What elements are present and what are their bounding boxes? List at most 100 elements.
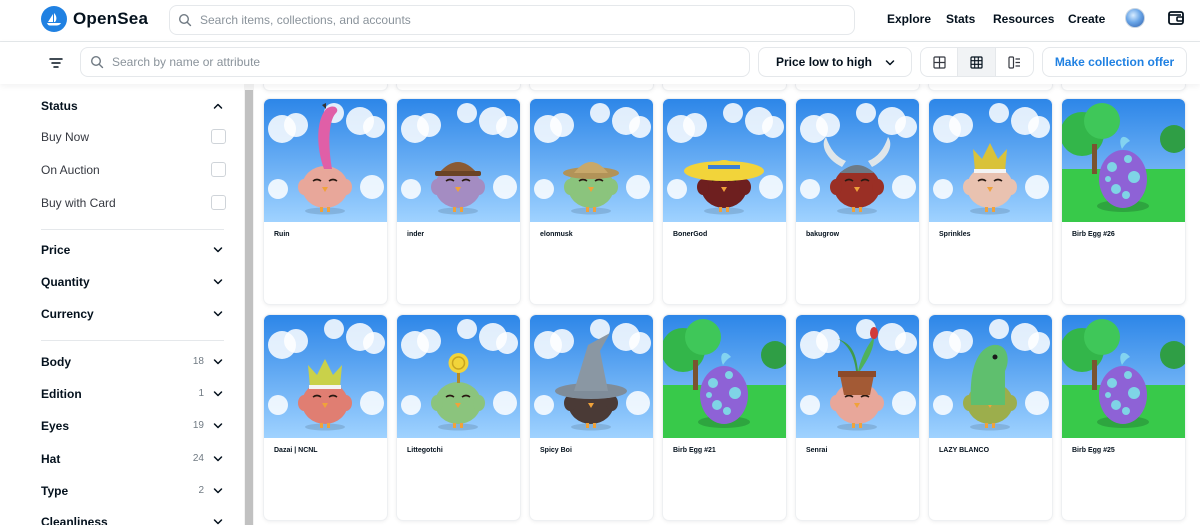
nft-artwork <box>264 315 387 438</box>
search-icon <box>90 55 104 69</box>
status-buy-now-label: Buy Now <box>41 130 90 144</box>
avatar[interactable] <box>1125 8 1145 28</box>
chevron-down-icon[interactable] <box>213 389 223 399</box>
trait-search-input[interactable] <box>112 55 712 69</box>
filter-sidebar: Status Buy Now On Auction Buy with Card … <box>0 84 244 525</box>
nav-create[interactable]: Create <box>1068 12 1105 26</box>
nft-card[interactable]: Birb Egg #26 <box>1062 99 1185 304</box>
wallet-icon[interactable] <box>1167 9 1185 27</box>
filter-quantity[interactable]: Quantity <box>41 275 90 289</box>
nft-artwork <box>663 315 786 438</box>
chevron-down-icon[interactable] <box>213 277 223 287</box>
nft-artwork <box>530 315 653 438</box>
brand-name[interactable]: OpenSea <box>73 9 148 29</box>
filter-icon[interactable] <box>48 55 64 71</box>
chevron-up-icon[interactable] <box>213 101 223 111</box>
global-search-bar[interactable] <box>169 5 855 35</box>
nft-card-partial[interactable] <box>264 84 387 90</box>
nft-image[interactable] <box>663 315 786 438</box>
nft-card[interactable]: LAZY BLANCO <box>929 315 1052 520</box>
large-grid-view-button[interactable] <box>921 48 959 76</box>
nft-image[interactable] <box>929 99 1052 222</box>
nft-image[interactable] <box>530 315 653 438</box>
nft-name: elonmusk <box>540 231 573 238</box>
nav-resources[interactable]: Resources <box>993 12 1054 26</box>
filter-price[interactable]: Price <box>41 243 70 257</box>
status-on-auction-label: On Auction <box>41 163 100 177</box>
sort-dropdown[interactable]: Price low to high <box>758 47 912 77</box>
nft-card[interactable]: BonerGod <box>663 99 786 304</box>
nft-card[interactable]: Ruin <box>264 99 387 304</box>
status-buy-now-checkbox[interactable] <box>211 129 226 144</box>
nft-card[interactable]: Birb Egg #21 <box>663 315 786 520</box>
collection-toolbar: Price low to high <box>0 42 1200 84</box>
nft-card[interactable]: Senrai <box>796 315 919 520</box>
nft-name: Senrai <box>806 447 828 454</box>
trait-edition[interactable]: Edition <box>41 387 82 401</box>
nft-name: Dazai | NCNL <box>274 447 318 454</box>
nft-image[interactable] <box>397 99 520 222</box>
status-buy-with-card-checkbox[interactable] <box>211 195 226 210</box>
divider <box>41 340 224 341</box>
nft-card[interactable]: inder <box>397 99 520 304</box>
chevron-down-icon[interactable] <box>213 309 223 319</box>
nft-name: Birb Egg #26 <box>1072 231 1115 238</box>
filter-currency[interactable]: Currency <box>41 307 94 321</box>
nft-card[interactable]: Birb Egg #25 <box>1062 315 1185 520</box>
nft-image[interactable] <box>530 99 653 222</box>
nft-image[interactable] <box>397 315 520 438</box>
trait-body-count: 18 <box>192 356 204 367</box>
nft-image[interactable] <box>796 99 919 222</box>
trait-hat[interactable]: Hat <box>41 452 60 466</box>
global-search-input[interactable] <box>200 13 820 27</box>
trait-type-count: 2 <box>198 485 204 496</box>
list-view-button[interactable] <box>996 48 1033 76</box>
nft-card[interactable]: Littegotchi <box>397 315 520 520</box>
nft-image[interactable] <box>1062 315 1185 438</box>
nft-name: bakugrow <box>806 231 840 238</box>
status-buy-with-card-label: Buy with Card <box>41 196 116 210</box>
nft-artwork <box>397 315 520 438</box>
opensea-logo-icon[interactable] <box>41 6 67 32</box>
nft-artwork <box>1062 99 1185 222</box>
make-collection-offer-button[interactable]: Make collection offer <box>1042 47 1187 77</box>
trait-search-bar[interactable] <box>80 47 750 77</box>
nft-image[interactable] <box>1062 99 1185 222</box>
nft-card-partial[interactable] <box>530 84 653 90</box>
small-grid-view-button[interactable] <box>958 48 996 76</box>
trait-body[interactable]: Body <box>41 355 71 369</box>
nft-image[interactable] <box>264 315 387 438</box>
chevron-down-icon[interactable] <box>213 245 223 255</box>
nft-card-partial[interactable] <box>796 84 919 90</box>
chevron-down-icon[interactable] <box>213 486 223 496</box>
nav-stats[interactable]: Stats <box>946 12 975 26</box>
sidebar-scrollbar-thumb[interactable] <box>245 90 253 525</box>
trait-type[interactable]: Type <box>41 484 68 498</box>
trait-eyes[interactable]: Eyes <box>41 419 69 433</box>
nft-card[interactable]: elonmusk <box>530 99 653 304</box>
nav-explore[interactable]: Explore <box>887 12 931 26</box>
status-on-auction-checkbox[interactable] <box>211 162 226 177</box>
item-grid: Ruin inder elonmusk BonerGod bakugrow Sprinkl… <box>254 84 1200 525</box>
nft-card[interactable]: Spicy Boi <box>530 315 653 520</box>
nft-card-partial[interactable] <box>1062 84 1185 90</box>
chevron-down-icon[interactable] <box>213 421 223 431</box>
nft-artwork <box>1062 315 1185 438</box>
status-section-title[interactable]: Status <box>41 99 78 113</box>
nft-image[interactable] <box>264 99 387 222</box>
nft-image[interactable] <box>796 315 919 438</box>
nft-card-partial[interactable] <box>929 84 1052 90</box>
nft-image[interactable] <box>929 315 1052 438</box>
chevron-down-icon[interactable] <box>213 357 223 367</box>
chevron-down-icon[interactable] <box>213 454 223 464</box>
trait-cleanliness[interactable]: Cleanliness <box>41 515 108 525</box>
nft-artwork <box>929 99 1052 222</box>
nft-card[interactable]: bakugrow <box>796 99 919 304</box>
nft-card[interactable]: Dazai | NCNL <box>264 315 387 520</box>
chevron-down-icon[interactable] <box>213 517 223 525</box>
nft-card[interactable]: Sprinkles <box>929 99 1052 304</box>
nft-card-partial[interactable] <box>663 84 786 90</box>
nft-card-partial[interactable] <box>397 84 520 90</box>
nft-image[interactable] <box>663 99 786 222</box>
search-icon <box>178 13 192 27</box>
